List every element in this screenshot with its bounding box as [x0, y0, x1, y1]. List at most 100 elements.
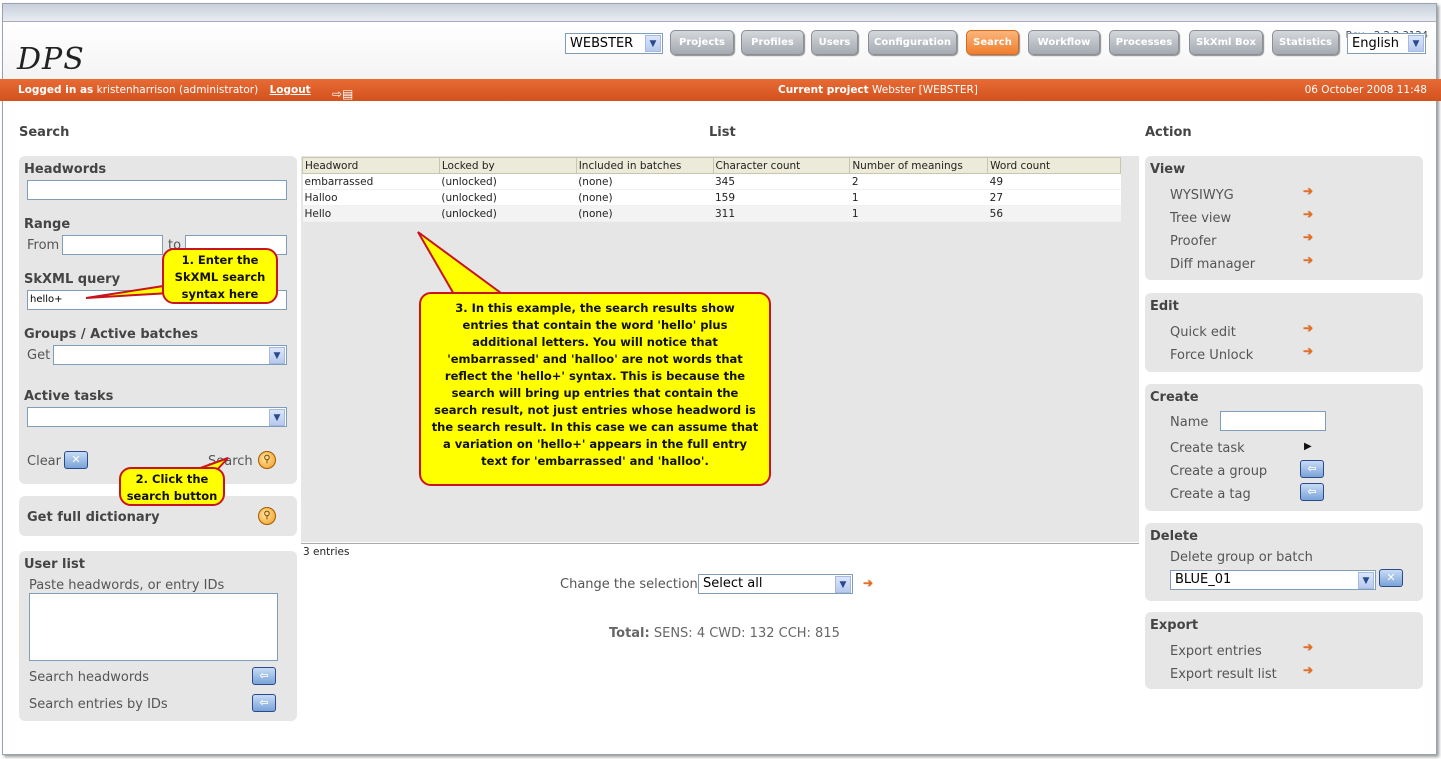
cell: Hello	[302, 205, 440, 222]
column-header[interactable]: Headword	[302, 157, 440, 174]
range-from-input[interactable]	[62, 235, 163, 255]
current-project-value: Webster [WEBSTER]	[872, 84, 978, 96]
search-icon[interactable]: ⚲	[258, 451, 276, 469]
current-project-label: Current project	[778, 84, 869, 96]
column-header[interactable]: Character count	[712, 157, 851, 174]
chevron-down-icon: ▼	[269, 409, 285, 426]
name-label: Name	[1170, 415, 1209, 430]
arrow-right-icon[interactable]: ➔	[1303, 230, 1313, 244]
datetime: 06 October 2008 11:48	[1304, 84, 1427, 96]
search-panel	[19, 156, 297, 484]
cell: 345	[713, 173, 850, 190]
headwords-input[interactable]	[27, 180, 287, 200]
export-entries[interactable]: Export entries	[1170, 644, 1262, 659]
clear-icon[interactable]: ✕	[64, 451, 88, 469]
arrow-right-icon[interactable]: ➔	[1303, 184, 1313, 198]
arrow-right-icon[interactable]: ➔	[1303, 253, 1313, 267]
arrow-right-icon[interactable]: ➔	[1303, 207, 1313, 221]
total-label: Total:	[609, 626, 650, 641]
cell: 2	[849, 173, 988, 190]
nav-search[interactable]: Search	[966, 30, 1019, 55]
column-header[interactable]: Number of meanings	[849, 157, 989, 174]
nav-users[interactable]: Users	[811, 30, 858, 55]
nav-processes[interactable]: Processes	[1109, 30, 1179, 55]
logo: DPS	[17, 42, 85, 77]
arrow-right-icon[interactable]: ➔	[1303, 321, 1313, 335]
table-row[interactable]: Hello (unlocked) (none) 311 1 56	[302, 205, 1121, 222]
delete-select[interactable]: BLUE_01 ▼	[1170, 570, 1376, 590]
nav-profiles[interactable]: Profiles	[741, 30, 804, 55]
delete-title: Delete	[1150, 529, 1198, 544]
search-title: Search	[19, 125, 70, 140]
callout-2: 2. Click the search button	[119, 467, 225, 506]
chevron-down-icon: ▼	[1358, 572, 1374, 589]
language-select[interactable]: English ▼	[1347, 33, 1426, 54]
cell: (none)	[576, 205, 713, 222]
name-input[interactable]	[1220, 411, 1326, 431]
table-row[interactable]: embarrassed (unlocked) (none) 345 2 49	[302, 173, 1121, 190]
column-header[interactable]: Included in batches	[575, 157, 714, 174]
user-list-textarea[interactable]	[29, 593, 278, 661]
cell: 49	[987, 173, 1121, 190]
view-wysiwyg[interactable]: WYSIWYG	[1170, 188, 1234, 203]
view-tree[interactable]: Tree view	[1170, 211, 1231, 226]
nav-workflow[interactable]: Workflow	[1028, 30, 1100, 55]
cell: (none)	[576, 173, 713, 190]
from-label: From	[27, 238, 60, 253]
logout-link[interactable]: Logout	[270, 84, 311, 96]
callout-3: 3. In this example, the search results s…	[419, 292, 771, 486]
nav-skxml-box[interactable]: SkXml Box	[1189, 30, 1263, 55]
view-diff-manager[interactable]: Diff manager	[1170, 257, 1255, 272]
create-title: Create	[1150, 390, 1199, 405]
logged-in-label: Logged in as	[18, 84, 94, 96]
headwords-label: Headwords	[24, 162, 107, 177]
create-tag-icon[interactable]: ⇦	[1300, 483, 1324, 501]
search-headwords-label: Search headwords	[29, 670, 149, 685]
groups-label: Groups / Active batches	[24, 327, 199, 342]
active-tasks-label: Active tasks	[24, 389, 114, 404]
column-header[interactable]: Locked by	[438, 157, 577, 174]
active-tasks-select[interactable]: ▼	[27, 407, 287, 427]
view-title: View	[1150, 162, 1186, 177]
project-select[interactable]: WEBSTER ▼	[565, 33, 663, 54]
full-dictionary-search-icon[interactable]: ⚲	[258, 507, 276, 525]
table-header-row: Headword Locked by Included in batches C…	[302, 157, 1121, 174]
search-headwords-icon[interactable]: ⇦	[252, 667, 276, 685]
window-top-strip	[3, 4, 1436, 22]
action-title: Action	[1145, 125, 1192, 140]
arrow-right-icon[interactable]: ➔	[1303, 344, 1313, 358]
export-result-list[interactable]: Export result list	[1170, 667, 1277, 682]
column-header[interactable]: Word count	[987, 157, 1121, 174]
export-title: Export	[1150, 618, 1199, 633]
search-ids-icon[interactable]: ⇦	[252, 694, 276, 712]
table-row[interactable]: Halloo (unlocked) (none) 159 1 27	[302, 189, 1121, 206]
cell: Halloo	[302, 189, 440, 206]
logout-icon[interactable]: ⇨▤	[332, 83, 353, 105]
play-icon[interactable]: ▶	[1304, 441, 1312, 452]
create-group-icon[interactable]: ⇦	[1300, 460, 1324, 478]
nav-projects[interactable]: Projects	[670, 30, 734, 55]
view-proofer[interactable]: Proofer	[1170, 234, 1217, 249]
cell: 1	[849, 189, 988, 206]
list-title: List	[709, 125, 736, 140]
apply-selection-arrow-icon[interactable]: ➔	[863, 576, 873, 590]
groups-select[interactable]: ▼	[53, 345, 287, 365]
create-group[interactable]: Create a group	[1170, 464, 1267, 479]
edit-title: Edit	[1150, 299, 1179, 314]
callout-1: 1. Enter the SkXML search syntax here	[162, 248, 278, 304]
chevron-down-icon: ▼	[645, 35, 661, 52]
arrow-right-icon[interactable]: ➔	[1303, 663, 1313, 677]
edit-quick[interactable]: Quick edit	[1170, 325, 1236, 340]
nav-configuration[interactable]: Configuration	[868, 30, 957, 55]
nav-statistics[interactable]: Statistics	[1272, 30, 1339, 55]
delete-icon[interactable]: ✕	[1379, 569, 1403, 587]
create-task[interactable]: Create task	[1170, 441, 1245, 456]
create-tag[interactable]: Create a tag	[1170, 487, 1251, 502]
chevron-down-icon: ▼	[269, 347, 285, 364]
results-table: Headword Locked by Included in batches C…	[302, 157, 1121, 222]
change-selection-select[interactable]: Select all ▼	[698, 574, 853, 594]
arrow-right-icon[interactable]: ➔	[1303, 640, 1313, 654]
total-value: SENS: 4 CWD: 132 CCH: 815	[653, 626, 840, 641]
language-select-value: English	[1352, 36, 1399, 51]
edit-force-unlock[interactable]: Force Unlock	[1170, 348, 1253, 363]
